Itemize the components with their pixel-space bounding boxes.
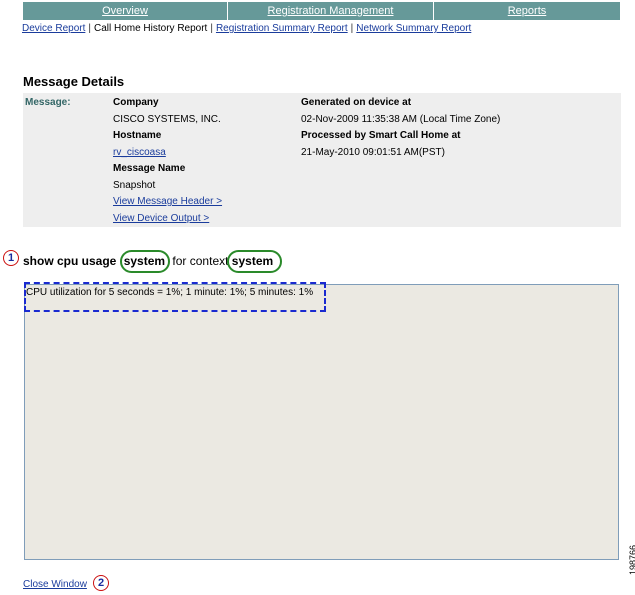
close-window-link[interactable]: Close Window [23,579,87,590]
link-registration-summary-report[interactable]: Registration Summary Report [216,23,348,34]
separator: | [88,23,91,34]
highlight-oval-arg-1 [120,250,170,273]
callout-1-icon: 1 [3,250,19,266]
callout-2-icon: 2 [93,575,109,591]
device-output-text: CPU utilization for 5 seconds = 1%; 1 mi… [26,287,314,298]
separator: | [210,23,213,34]
tab-overview[interactable]: Overview [23,2,228,20]
link-network-summary-report[interactable]: Network Summary Report [356,23,471,34]
current-call-home-history-report: Call Home History Report [93,23,208,34]
report-subnav: Device Report | Call Home History Report | R… [22,23,471,34]
top-tab-bar: Overview Registration Management Reports [23,2,620,20]
command-prefix: show cpu usage [23,254,117,268]
page-title: Message Details [23,74,125,89]
hostname-label: Hostname [113,130,162,141]
message-name-label: Message Name [113,163,186,174]
processed-value: 21-May-2010 09:01:51 AM(PST) [301,147,445,158]
message-name-value: Snapshot [113,180,156,191]
command-middle: for context [172,254,229,268]
device-output-box[interactable] [24,284,619,560]
hostname-link[interactable]: rv_ciscoasa [113,147,166,158]
processed-label: Processed by Smart Call Home at [301,130,461,141]
tab-registration-management[interactable]: Registration Management [228,2,434,20]
separator: | [350,23,354,34]
company-label: Company [113,97,159,108]
tab-reports[interactable]: Reports [434,2,620,20]
company-value: CISCO SYSTEMS, INC. [113,114,221,125]
generated-value: 02-Nov-2009 11:35:38 AM (Local Time Zone… [301,114,501,125]
view-message-header-link[interactable]: View Message Header > [113,196,222,207]
message-label: Message: [25,97,71,108]
link-device-report[interactable]: Device Report [22,23,85,34]
view-device-output-link[interactable]: View Device Output > [113,213,209,224]
highlight-oval-arg-2 [227,250,282,273]
figure-number: 198766 [628,544,635,575]
generated-label: Generated on device at [301,97,412,108]
